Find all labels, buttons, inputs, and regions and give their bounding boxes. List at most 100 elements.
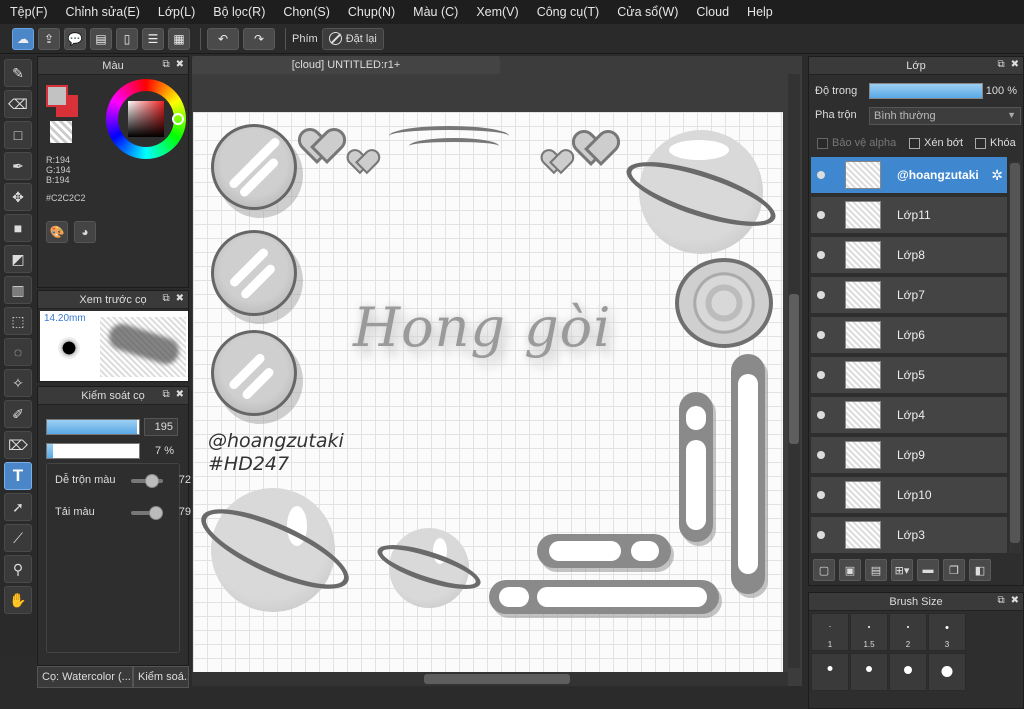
- menu-tools[interactable]: Công cụ(T): [531, 5, 606, 19]
- layer-scroll-thumb[interactable]: [1010, 163, 1020, 543]
- new-vector-layer-button[interactable]: ▤: [865, 559, 887, 581]
- brush-size-preset[interactable]: 1.5: [850, 613, 888, 651]
- share-button[interactable]: ⇪: [38, 27, 60, 50]
- eraser-tool[interactable]: ⌫: [4, 90, 32, 118]
- close-icon[interactable]: ✖: [176, 389, 184, 400]
- layer-row[interactable]: Lớp7: [811, 277, 1007, 315]
- layer-row[interactable]: Lớp9: [811, 437, 1007, 475]
- visibility-toggle[interactable]: [811, 531, 831, 539]
- layer-row[interactable]: Lớp6: [811, 317, 1007, 355]
- popout-icon[interactable]: ⧉: [997, 595, 1004, 606]
- message-button[interactable]: ▤: [90, 27, 112, 50]
- popout-icon[interactable]: ⧉: [162, 293, 169, 304]
- tab-brush-control[interactable]: Kiểm soá...: [133, 666, 189, 688]
- layer-row[interactable]: @hoangzutaki ✲: [811, 157, 1007, 195]
- document-tab[interactable]: [cloud] UNTITLED:r1+: [192, 56, 500, 74]
- gradient-tool[interactable]: ▥: [4, 276, 32, 304]
- comment-button[interactable]: 💬: [64, 27, 86, 50]
- blend-knob[interactable]: [145, 474, 159, 488]
- brush-size-preset[interactable]: 2: [889, 613, 927, 651]
- brush-size-preset[interactable]: 1: [811, 613, 849, 651]
- brush-opacity-bar[interactable]: [46, 443, 140, 459]
- bucket-tool[interactable]: ◩: [4, 245, 32, 273]
- visibility-toggle[interactable]: [811, 371, 831, 379]
- brush-size-preset[interactable]: [928, 653, 966, 691]
- close-icon[interactable]: ✖: [176, 293, 184, 304]
- hue-knob[interactable]: [172, 113, 184, 125]
- saturation-square[interactable]: [128, 101, 164, 137]
- foreground-color-swatch[interactable]: [46, 85, 68, 107]
- brush-size-preset[interactable]: 3: [928, 613, 966, 651]
- new-folder-button[interactable]: ▬: [917, 559, 939, 581]
- transparent-color-swatch[interactable]: [50, 121, 72, 143]
- operation-tool[interactable]: ➚: [4, 493, 32, 521]
- vertical-scrollbar[interactable]: [788, 74, 800, 668]
- menu-help[interactable]: Help: [741, 5, 779, 19]
- visibility-toggle[interactable]: [811, 251, 831, 259]
- lock-checkbox[interactable]: Khóa: [975, 137, 1016, 149]
- brush-size-value[interactable]: 195: [144, 418, 178, 436]
- color-picker-button[interactable]: ◕: [74, 221, 96, 243]
- menu-filter[interactable]: Bộ lọc(R): [207, 5, 271, 19]
- brush-size-preset[interactable]: [889, 653, 927, 691]
- pen-tool[interactable]: ✒: [4, 152, 32, 180]
- clip-checkbox[interactable]: Xén bớt: [909, 137, 963, 149]
- menu-layer[interactable]: Lớp(L): [152, 5, 201, 19]
- visibility-toggle[interactable]: [811, 451, 831, 459]
- menu-view[interactable]: Xem(V): [470, 5, 524, 19]
- brush-size-bar[interactable]: [46, 419, 140, 435]
- reset-button[interactable]: Đặt lại: [321, 27, 384, 50]
- hand-tool[interactable]: ✋: [4, 586, 32, 614]
- layer-row[interactable]: Lớp5: [811, 357, 1007, 395]
- menu-capture[interactable]: Chụp(N): [342, 5, 401, 19]
- divide-tool[interactable]: ⟋: [4, 524, 32, 552]
- visibility-toggle[interactable]: [811, 331, 831, 339]
- magic-wand-tool[interactable]: ✧: [4, 369, 32, 397]
- close-icon[interactable]: ✖: [176, 59, 184, 70]
- menu-edit[interactable]: Chỉnh sửa(E): [60, 5, 146, 19]
- new-layer-button[interactable]: ▢: [813, 559, 835, 581]
- close-icon[interactable]: ✖: [1011, 59, 1019, 70]
- color-wheel[interactable]: [106, 79, 186, 159]
- horizontal-scroll-thumb[interactable]: [424, 674, 570, 684]
- select-eraser-tool[interactable]: ⌦: [4, 431, 32, 459]
- redo-button[interactable]: ↷: [243, 27, 275, 50]
- visibility-toggle[interactable]: [811, 491, 831, 499]
- menu-select[interactable]: Chọn(S): [277, 5, 336, 19]
- blend-mode-select[interactable]: Bình thường ▼: [869, 107, 1021, 125]
- popout-icon[interactable]: ⧉: [162, 59, 169, 70]
- tab-brush[interactable]: Cọ: Watercolor (...: [37, 666, 133, 688]
- layer-mask-button[interactable]: ◧: [969, 559, 991, 581]
- new-effect-layer-button[interactable]: ⊞▾: [891, 559, 913, 581]
- layer-list-scrollbar[interactable]: [1009, 161, 1021, 553]
- layer-row[interactable]: Lớp3: [811, 517, 1007, 555]
- brush-size-preset[interactable]: [811, 653, 849, 691]
- eyedropper-tool[interactable]: ⚲: [4, 555, 32, 583]
- popout-icon[interactable]: ⧉: [997, 59, 1004, 70]
- visibility-toggle[interactable]: [811, 211, 831, 219]
- menu-cloud[interactable]: Cloud: [690, 5, 735, 19]
- fill-rect-tool[interactable]: ■: [4, 214, 32, 242]
- lasso-tool[interactable]: ◌: [4, 338, 32, 366]
- gear-icon[interactable]: ✲: [991, 167, 1003, 184]
- close-icon[interactable]: ✖: [1011, 595, 1019, 606]
- vertical-scroll-thumb[interactable]: [789, 294, 799, 444]
- drawing-canvas[interactable]: Hong gòi @hoangzutaki #HD247: [193, 112, 783, 685]
- layer-opacity-bar[interactable]: [869, 83, 983, 99]
- palette-button[interactable]: 🎨: [46, 221, 68, 243]
- visibility-toggle[interactable]: [811, 411, 831, 419]
- tiles-button[interactable]: ▦: [168, 27, 190, 50]
- menu-window[interactable]: Cửa sổ(W): [611, 5, 684, 19]
- list-button[interactable]: ☰: [142, 27, 164, 50]
- layer-row[interactable]: Lớp10: [811, 477, 1007, 515]
- layer-row[interactable]: Lớp4: [811, 397, 1007, 435]
- menu-file[interactable]: Tệp(F): [4, 5, 54, 19]
- duplicate-layer-button[interactable]: ❐: [943, 559, 965, 581]
- menu-color[interactable]: Màu (C): [407, 5, 464, 19]
- layer-row[interactable]: Lớp8: [811, 237, 1007, 275]
- load-slider[interactable]: [131, 506, 163, 520]
- new-raster-layer-button[interactable]: ▣: [839, 559, 861, 581]
- visibility-toggle[interactable]: [811, 171, 831, 179]
- horizontal-scrollbar[interactable]: [192, 672, 788, 686]
- blend-slider[interactable]: [131, 474, 163, 488]
